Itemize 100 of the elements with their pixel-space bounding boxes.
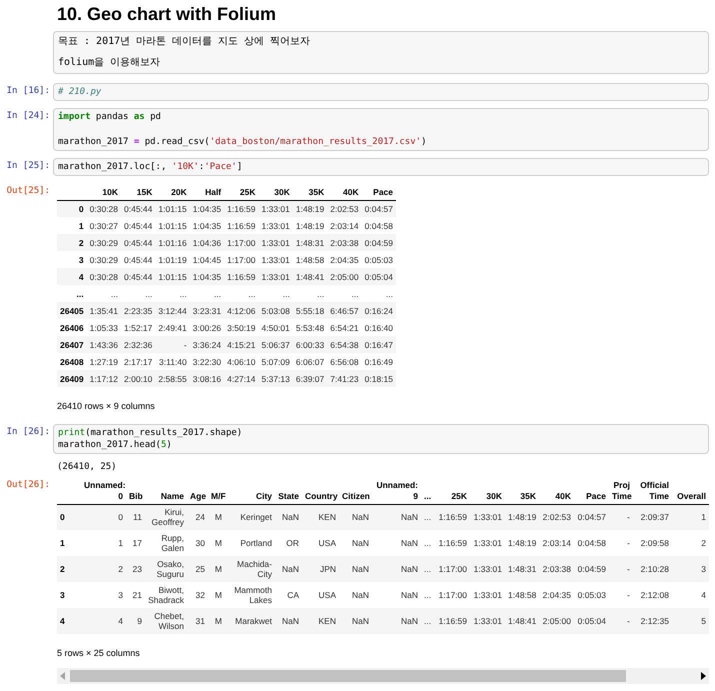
table-cell: NaN — [352, 538, 369, 548]
table-cell: NaN — [400, 616, 418, 626]
right-arrow-icon[interactable] — [700, 672, 706, 680]
table-cell: 3:11:40 — [159, 356, 187, 366]
table-cell: 0:45:44 — [124, 254, 152, 264]
row-index: 3 — [78, 254, 84, 264]
table-cell: ... — [424, 538, 432, 548]
table-cell: 5 — [701, 616, 706, 626]
table-cell: 2:04:35 — [542, 590, 571, 600]
table-cell: 1:17:00 — [227, 238, 256, 248]
code-line: print(marathon_results_2017.shape) — [58, 427, 242, 439]
table-cell: 32 — [196, 590, 205, 600]
table-cell: 0:16:40 — [364, 322, 394, 332]
cell-prompt: Out[26]: — [6, 480, 50, 490]
table-cell: 1:16:59 — [438, 512, 467, 522]
table-cell: 1:27:19 — [90, 356, 118, 366]
table-cell: ... — [110, 288, 118, 298]
table-cell: 7:41:23 — [330, 374, 359, 384]
code-cell[interactable]: # 210.py — [53, 83, 709, 101]
table-cell: CA — [287, 590, 299, 600]
horizontal-scrollbar[interactable] — [57, 668, 709, 684]
table-cell: 2:09:58 — [640, 538, 669, 548]
table-cell: 1:43:36 — [90, 340, 118, 350]
code-line: import pandas as pd — [58, 111, 161, 123]
table-cell: 0:30:29 — [90, 238, 118, 248]
table-cell: 1:01:15 — [158, 204, 187, 214]
table-cell: 6:54:38 — [330, 340, 359, 350]
table-cell: 1:33:01 — [474, 590, 502, 600]
column-header: Pace — [372, 186, 394, 198]
column-header: Official Time — [639, 480, 669, 502]
left-arrow-icon[interactable] — [60, 672, 66, 680]
table-cell: 1:16:59 — [227, 220, 256, 230]
table-cell: 0:45:44 — [124, 238, 152, 248]
table-cell: 0:18:15 — [364, 374, 394, 384]
table-cell: Kirui, Geoffrey — [152, 507, 184, 528]
table-cell: ... — [248, 288, 256, 298]
table-cell: 1:04:35 — [192, 204, 222, 214]
table-cell: 4:12:06 — [227, 306, 256, 316]
table-cell: 3:23:31 — [192, 306, 222, 316]
table-cell: 1:48:19 — [296, 204, 324, 214]
table-cell: 2:05:00 — [542, 616, 571, 626]
table-cell: M — [214, 590, 222, 600]
table-cell: JPN — [320, 564, 336, 574]
column-header: Bib — [129, 490, 142, 502]
table-cell: 0:05:03 — [578, 590, 606, 600]
table-cell: NaN — [400, 512, 418, 522]
table-cell: 1:01:15 — [158, 272, 187, 282]
table-cell: 1:35:41 — [90, 306, 118, 316]
table-cell: 1:33:01 — [474, 616, 502, 626]
table-cell: 2:05:00 — [330, 272, 359, 282]
table-cell: 1:48:41 — [296, 272, 324, 282]
column-header: Name — [160, 490, 184, 502]
table-cell: Osako, Suguru — [156, 559, 184, 579]
table-cell: 4:50:01 — [262, 322, 290, 332]
table-cell: Mammoth Lakes — [234, 585, 272, 605]
column-header: 30K — [485, 490, 502, 502]
table-cell: 23 — [132, 564, 142, 574]
table-cell: 0:04:57 — [364, 204, 394, 214]
row-index: 2 — [78, 238, 84, 248]
table-cell: 0:05:04 — [364, 272, 394, 282]
column-header: Unnamed: 0 — [84, 480, 123, 502]
table-cell: NaN — [400, 590, 418, 600]
code-cell[interactable]: marathon_2017.loc[:, '10K':'Pace'] — [53, 158, 709, 176]
table-cell: 0:16:49 — [364, 356, 394, 366]
row-index: ... — [76, 288, 84, 298]
column-header: Proj Time — [612, 480, 630, 502]
code-cell[interactable]: print(marathon_results_2017.shape) marathon_2017.head(5) — [53, 424, 709, 454]
table-cell: 1:04:35 — [192, 220, 222, 230]
table-cell: 6:46:57 — [330, 306, 359, 316]
cell-prompt: In [25]: — [6, 161, 50, 171]
table-cell: 1:16:59 — [227, 204, 256, 214]
table-cell: 1:33:01 — [262, 254, 290, 264]
table-cell: 0:05:04 — [578, 616, 606, 626]
table-cell: 5:55:18 — [296, 306, 324, 316]
table-cell: 2:03:38 — [542, 564, 571, 574]
table-cell: ... — [424, 616, 432, 626]
table-cell: 5:37:13 — [262, 374, 290, 384]
table-cell: 1:04:36 — [192, 238, 222, 248]
table-cell: 6:54:21 — [330, 322, 359, 332]
scrollbar-thumb[interactable] — [70, 670, 626, 682]
table-cell: 1:16:59 — [438, 538, 467, 548]
table-cell: 0:05:03 — [364, 254, 394, 264]
cell-prompt: In [16]: — [6, 86, 50, 96]
table-cell: 21 — [132, 590, 142, 600]
table-cell: 5:06:37 — [262, 340, 290, 350]
column-header: 35K — [519, 490, 536, 502]
table-cell: 1:17:00 — [438, 590, 467, 600]
table-cell: 1:04:45 — [192, 254, 222, 264]
table-cell: NaN — [282, 512, 299, 522]
table-cell: 5:07:09 — [262, 356, 290, 366]
markdown-paragraph: folium을 이용해보자 — [58, 57, 160, 69]
column-header: State — [278, 490, 299, 502]
table-cell: 0:04:58 — [578, 538, 606, 548]
code-cell[interactable]: import pandas as pd marathon_2017 = pd.read_csv('data_boston/marathon_results_2017.csv') — [53, 108, 709, 151]
table-cell: 0:16:47 — [364, 340, 394, 350]
table-cell: 0:04:59 — [578, 564, 606, 574]
row-index: 26405 — [60, 306, 84, 316]
table-cell: 24 — [196, 512, 205, 522]
table-cell: 2 — [118, 564, 123, 574]
table-cell: 1:48:41 — [508, 616, 536, 626]
